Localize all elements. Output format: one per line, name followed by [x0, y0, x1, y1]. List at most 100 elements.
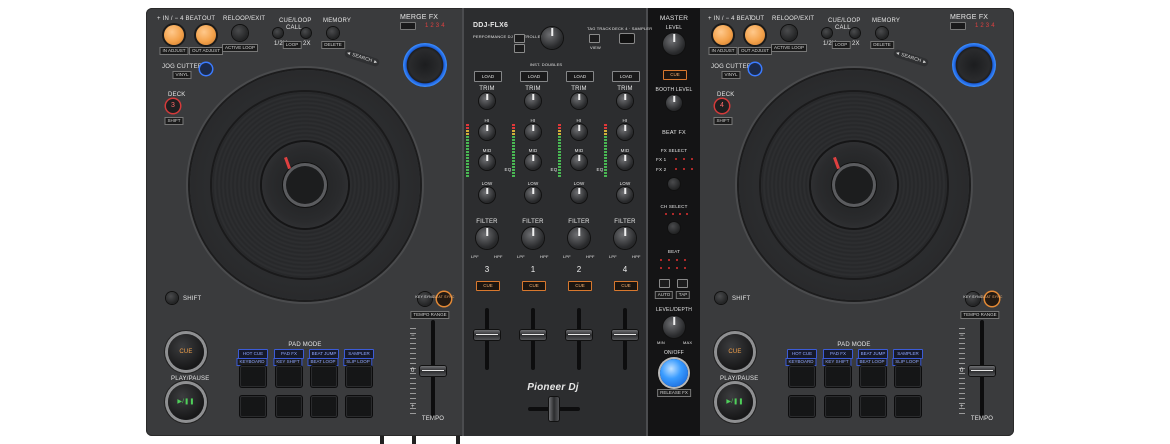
jog-cutter-button[interactable] [749, 63, 761, 75]
filter-knob[interactable] [568, 227, 590, 249]
eq-hi-knob[interactable] [479, 124, 495, 140]
eq-hi-knob[interactable] [571, 124, 587, 140]
fx-select-button[interactable] [668, 178, 680, 190]
deck-select-button[interactable]: 3 [166, 99, 180, 113]
eq-low-knob[interactable] [571, 187, 587, 203]
performance-pad[interactable] [895, 396, 921, 417]
channel-cue-button[interactable]: CUE [614, 281, 638, 291]
loop-out-button[interactable] [745, 25, 765, 45]
performance-pad[interactable] [276, 396, 302, 417]
channel-fader[interactable] [520, 330, 546, 340]
booth-level-knob[interactable] [666, 95, 682, 111]
load-button[interactable]: LOAD [566, 71, 594, 82]
tempo-plus: + [411, 404, 415, 410]
channel-cue-button[interactable]: CUE [522, 281, 546, 291]
memory-label: MEMORY [872, 18, 901, 24]
tempo-minus: − [411, 333, 415, 339]
crossfader[interactable] [549, 397, 559, 421]
merge-fx-select-button[interactable] [950, 22, 966, 30]
deck-select-button[interactable]: 4 [715, 99, 729, 113]
view-button[interactable] [589, 34, 600, 43]
call-prev-button[interactable] [273, 28, 283, 38]
reloop-button[interactable] [232, 25, 248, 41]
loop-out-button[interactable] [196, 25, 216, 45]
browse-encoder[interactable] [541, 27, 563, 49]
eq-mid-knob[interactable] [571, 154, 587, 170]
trim-knob[interactable] [571, 93, 587, 109]
performance-pad[interactable] [346, 396, 372, 417]
beat-right-button[interactable] [677, 279, 688, 288]
play-pause-label: PLAY/PAUSE [171, 376, 210, 382]
level-depth-knob[interactable] [663, 316, 685, 338]
channel-cue-button[interactable]: CUE [568, 281, 592, 291]
call-prev-button[interactable] [822, 28, 832, 38]
performance-pad[interactable] [346, 366, 372, 387]
memory-button[interactable] [327, 27, 339, 39]
tempo-range-tag: TEMPO RANGE [410, 311, 450, 319]
eq-mid-knob[interactable] [617, 154, 633, 170]
performance-pad[interactable] [789, 366, 815, 387]
model-subtitle: PERFORMANCE DJ CONTROLLER [473, 34, 544, 39]
eq-hi-knob[interactable] [525, 124, 541, 140]
shift-button[interactable] [715, 292, 727, 304]
ch-led [686, 213, 688, 215]
tempo-slider[interactable] [969, 366, 995, 376]
load-button[interactable]: LOAD [612, 71, 640, 82]
jog-cutter-button[interactable] [200, 63, 212, 75]
call-next-button[interactable] [850, 28, 860, 38]
mid-label: MID [574, 148, 584, 153]
performance-pad[interactable] [311, 366, 337, 387]
back-button[interactable] [514, 34, 525, 43]
reloop-button[interactable] [781, 25, 797, 41]
filter-knob[interactable] [522, 227, 544, 249]
ch-select-label: CH SELECT [660, 204, 688, 209]
trim-knob[interactable] [525, 93, 541, 109]
active-loop-tag: ACTIVE LOOP [221, 44, 259, 52]
eq-mid-knob[interactable] [525, 154, 541, 170]
shift-button[interactable] [166, 292, 178, 304]
eq-hi-knob[interactable] [617, 124, 633, 140]
call-next-button[interactable] [301, 28, 311, 38]
loop-in-button[interactable] [713, 25, 733, 45]
merge-fx-knob[interactable] [952, 43, 996, 87]
filter-knob[interactable] [614, 227, 636, 249]
eq-low-knob[interactable] [525, 187, 541, 203]
performance-pad[interactable] [240, 366, 266, 387]
shift-back-button[interactable] [514, 44, 525, 53]
eq-low-knob[interactable] [479, 187, 495, 203]
hpf-label: HPF [632, 254, 641, 259]
merge-fx-knob[interactable] [403, 43, 447, 87]
performance-pad[interactable] [276, 366, 302, 387]
ch-select-button[interactable] [668, 222, 680, 234]
load-button[interactable]: LOAD [474, 71, 502, 82]
performance-pad[interactable] [860, 366, 886, 387]
performance-pad[interactable] [311, 396, 337, 417]
performance-pad[interactable] [789, 396, 815, 417]
channel-fader[interactable] [612, 330, 638, 340]
channel-cue-button[interactable]: CUE [476, 281, 500, 291]
performance-pad[interactable] [825, 366, 851, 387]
deck-sampler-switch[interactable] [619, 33, 635, 44]
load-button[interactable]: LOAD [520, 71, 548, 82]
merge-fx-select-button[interactable] [400, 22, 416, 30]
performance-pad[interactable] [860, 396, 886, 417]
tempo-slider[interactable] [420, 366, 446, 376]
eq-mid-knob[interactable] [479, 154, 495, 170]
mid-label: MID [482, 148, 492, 153]
memory-button[interactable] [876, 27, 888, 39]
performance-pad[interactable] [240, 396, 266, 417]
mid-label: MID [528, 148, 538, 153]
master-cue-button[interactable]: CUE [663, 70, 687, 80]
master-level-knob[interactable] [663, 33, 685, 55]
performance-pad[interactable] [895, 366, 921, 387]
filter-knob[interactable] [476, 227, 498, 249]
beat-left-button[interactable] [659, 279, 670, 288]
channel-fader[interactable] [474, 330, 500, 340]
channel-fader[interactable] [566, 330, 592, 340]
trim-knob[interactable] [617, 93, 633, 109]
eq-low-knob[interactable] [617, 187, 633, 203]
trim-knob[interactable] [479, 93, 495, 109]
loop-in-button[interactable] [164, 25, 184, 45]
performance-pad[interactable] [825, 396, 851, 417]
beat-fx-on-off-button[interactable] [660, 359, 688, 387]
